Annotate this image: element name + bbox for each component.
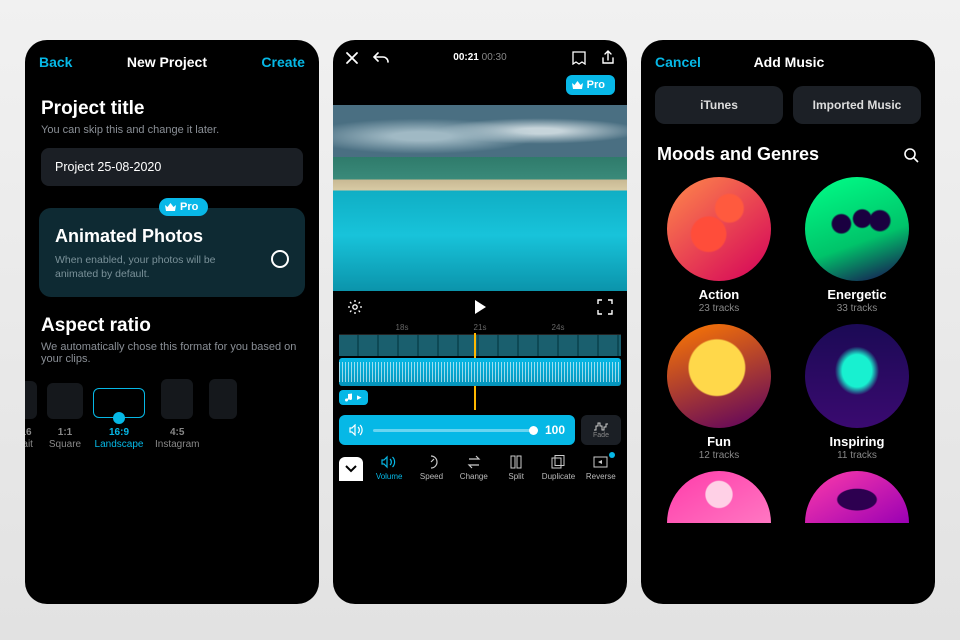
aspect-instagram[interactable]: 4:5 Instagram [155,379,199,450]
moods-heading: Moods and Genres [657,144,819,165]
check-icon: ✓ [113,412,125,424]
project-title-heading: Project title [41,98,303,120]
undo-icon[interactable] [373,51,389,65]
play-icon[interactable] [473,299,487,315]
mood-fun[interactable]: Fun 12 tracks [659,324,779,461]
project-title-input[interactable]: Project 25-08-2020 [41,148,303,186]
animated-sub: When enabled, your photos will be animat… [55,253,245,281]
pro-button[interactable]: Pro [566,75,615,95]
music-note-icon [345,393,353,402]
timeline[interactable]: 18s21s24s ▸ [333,323,627,407]
aspect-sub: We automatically chose this format for y… [41,341,303,365]
fade-button[interactable]: Fade [581,415,621,445]
mood-extra-1[interactable] [659,471,779,523]
tool-dropdown[interactable] [339,457,363,481]
share-icon[interactable] [601,50,615,65]
create-button[interactable]: Create [261,54,305,70]
editor-topbar: 00:21 00:30 [333,40,627,71]
mood-inspiring[interactable]: Inspiring 11 tracks [797,324,917,461]
mood-energetic[interactable]: Energetic 33 tracks [797,177,917,314]
time-display: 00:21 00:30 [453,52,506,63]
header: Back New Project Create [25,40,319,80]
screen-title: Add Music [754,54,825,70]
project-title-sub: You can skip this and change it later. [41,124,303,136]
animated-photos-card[interactable]: Pro Animated Photos When enabled, your p… [39,208,305,297]
tab-imported[interactable]: Imported Music [793,86,921,124]
header: Cancel Add Music [641,40,935,80]
aspect-portrait[interactable]: 16 rait [25,381,37,450]
pro-badge: Pro [159,198,208,216]
screen-title: New Project [127,54,207,70]
phone-new-project: Back New Project Create Project title Yo… [25,40,319,604]
gear-icon[interactable] [347,299,363,315]
phone-editor: 00:21 00:30 Pro 18s21s24s ▸ 100 [333,40,627,604]
tool-split[interactable]: Split [496,455,536,481]
mood-extra-2[interactable] [797,471,917,523]
aspect-heading: Aspect ratio [41,315,303,337]
aspect-options: 16 rait 1:1 Square ✓ 16:9 Landscape 4:5 … [25,379,319,450]
cancel-button[interactable]: Cancel [655,54,701,70]
timeline-thumbs[interactable] [339,334,621,356]
aspect-overflow[interactable] [209,379,237,450]
fade-icon [593,421,609,431]
animated-heading: Animated Photos [55,226,289,247]
volume-value: 100 [545,423,565,437]
back-button[interactable]: Back [39,54,72,70]
tool-change[interactable]: Change [454,455,494,481]
preview-controls [333,291,627,323]
close-icon[interactable] [345,51,359,65]
toolbar: Volume Speed Change Split Duplicate Reve… [333,449,627,491]
audio-chip[interactable]: ▸ [339,390,368,405]
search-icon[interactable] [903,147,919,163]
aspect-square[interactable]: 1:1 Square [47,383,83,450]
tool-speed[interactable]: Speed [411,455,451,481]
crown-icon [165,203,176,212]
aspect-landscape[interactable]: ✓ 16:9 Landscape [93,388,145,450]
fullscreen-icon[interactable] [597,299,613,315]
tool-volume[interactable]: Volume [369,455,409,481]
speaker-icon [349,424,363,436]
tab-itunes[interactable]: iTunes [655,86,783,124]
volume-slider[interactable]: 100 [339,415,575,445]
video-preview[interactable] [333,105,627,291]
animated-toggle[interactable] [271,250,289,268]
notification-dot [609,452,615,458]
chevron-down-icon [345,465,357,473]
bookmark-icon[interactable] [571,51,587,65]
tool-reverse[interactable]: Reverse [581,455,621,481]
phone-add-music: Cancel Add Music iTunes Imported Music M… [641,40,935,604]
timeline-audio[interactable] [339,358,621,386]
mood-action[interactable]: Action 23 tracks [659,177,779,314]
tool-duplicate[interactable]: Duplicate [538,455,578,481]
crown-icon [572,81,583,90]
